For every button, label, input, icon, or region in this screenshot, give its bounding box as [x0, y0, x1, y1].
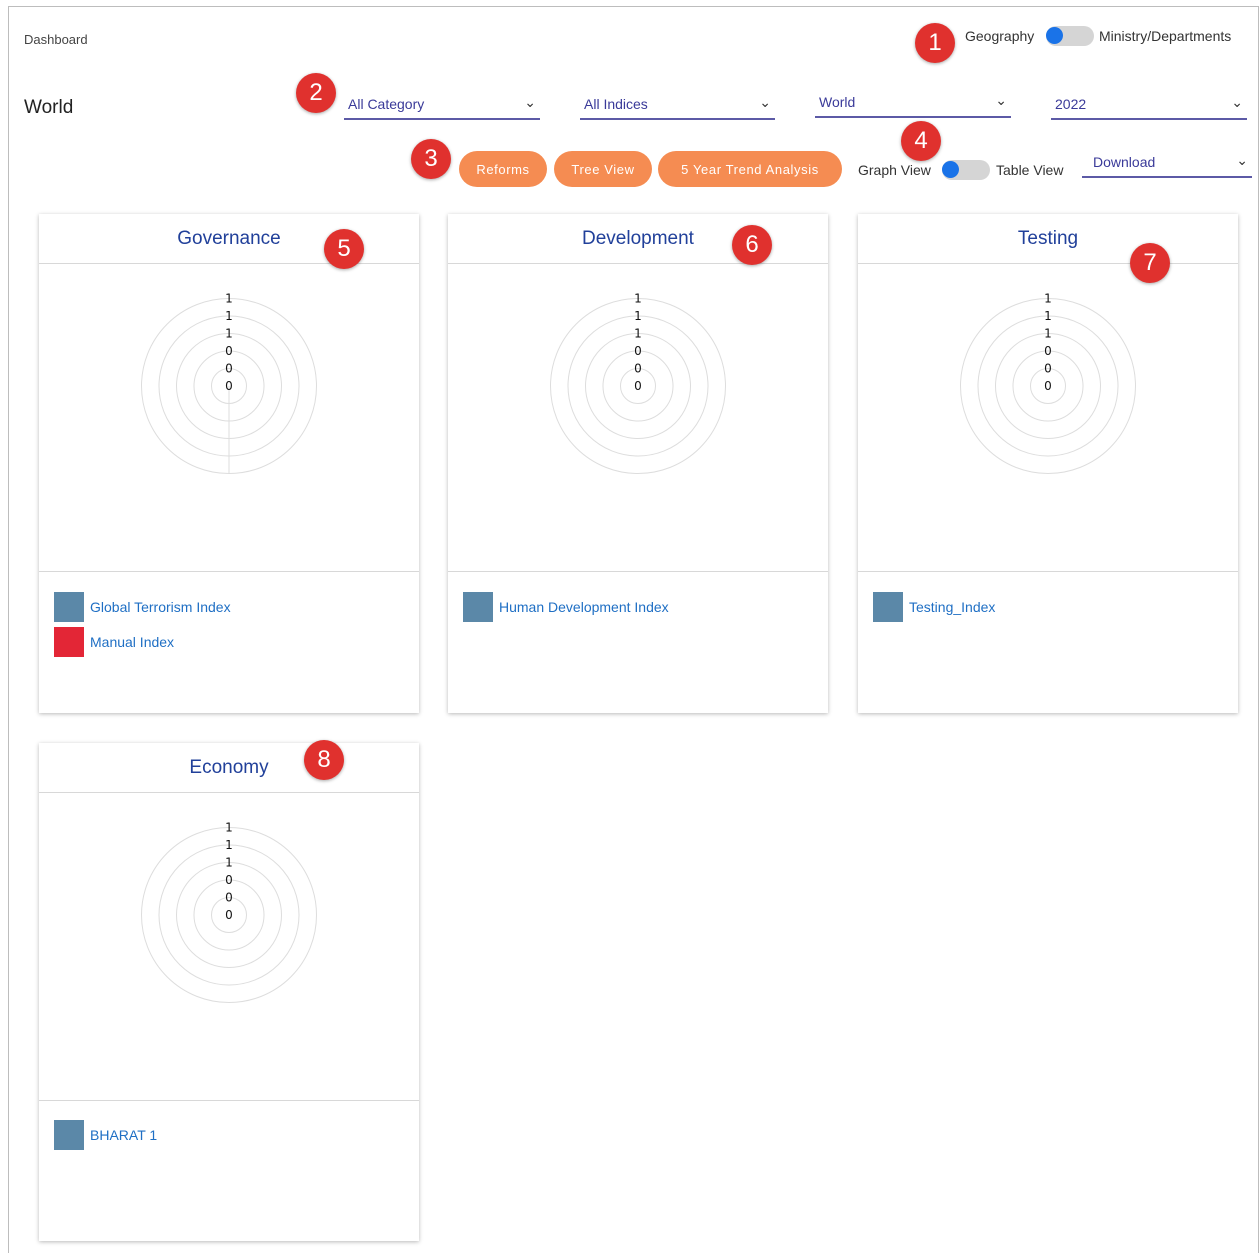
marker-8: 8	[304, 740, 344, 780]
card-title: Development	[582, 228, 694, 249]
testing-card: Testing 1 1 1 0 0 0 Testing_Index	[858, 214, 1238, 713]
breadcrumb[interactable]: Dashboard	[24, 32, 88, 47]
marker-3: 3	[411, 139, 451, 179]
category-select-value: All Category	[348, 96, 425, 112]
radar-svg: 1 1 1 0 0 0	[550, 292, 726, 474]
radial-tick-label: 1	[634, 309, 642, 323]
legend-label: Human Development Index	[499, 599, 669, 615]
economy-card: Economy 1 1 1 0 0 0 BHARAT 1	[39, 743, 419, 1241]
radar-chart: 1 1 1 0 0 0	[39, 264, 419, 572]
toggle-knob	[942, 161, 959, 178]
marker-2: 2	[296, 73, 336, 113]
radar-chart: 1 1 1 0 0 0	[448, 264, 828, 572]
chevron-down-icon: ⌄	[1231, 94, 1243, 110]
card-title: Governance	[177, 228, 281, 249]
card-title: Economy	[189, 757, 269, 778]
radar-chart: 1 1 1 0 0 0	[858, 264, 1238, 572]
card-header: Testing	[858, 214, 1238, 264]
chevron-down-icon: ⌄	[995, 92, 1007, 108]
radial-tick-label: 0	[225, 344, 233, 358]
radial-tick-label: 0	[225, 379, 233, 393]
geography-ministry-toggle[interactable]	[1046, 26, 1094, 46]
radial-tick-label: 1	[225, 292, 233, 306]
region-select[interactable]: World ⌄	[815, 92, 1011, 118]
marker-5: 5	[324, 229, 364, 269]
radial-tick-label: 0	[225, 873, 233, 887]
legend-label: Testing_Index	[909, 599, 996, 615]
graph-table-toggle[interactable]	[942, 160, 990, 180]
legend-swatch	[54, 592, 84, 622]
radar-chart: 1 1 1 0 0 0	[39, 793, 419, 1101]
radar-svg: 1 1 1 0 0 0	[960, 292, 1136, 474]
chevron-down-icon: ⌄	[1236, 152, 1248, 168]
legend-swatch	[54, 627, 84, 657]
radial-tick-label: 0	[1044, 362, 1052, 376]
chevron-down-icon: ⌄	[759, 94, 771, 110]
legend-label: BHARAT 1	[90, 1127, 158, 1143]
legend-label: Manual Index	[90, 634, 175, 650]
radial-tick-label: 0	[634, 344, 642, 358]
radial-tick-label: 1	[1044, 327, 1052, 341]
legend-swatch	[54, 1120, 84, 1150]
page-title: World	[24, 97, 74, 118]
indices-select[interactable]: All Indices ⌄	[580, 94, 775, 120]
radial-tick-label: 0	[634, 379, 642, 393]
ministry-departments-label: Ministry/Departments	[1099, 28, 1232, 44]
legend-item[interactable]: Global Terrorism Index	[54, 592, 231, 622]
geography-label: Geography	[965, 28, 1035, 44]
card-title: Testing	[1017, 228, 1079, 249]
legend-item[interactable]: Manual Index	[54, 627, 174, 657]
marker-7: 7	[1130, 243, 1170, 283]
radial-tick-label: 1	[634, 292, 642, 306]
card-header: Economy	[39, 743, 419, 793]
radial-tick-label: 0	[225, 362, 233, 376]
tree-view-button[interactable]: Tree View	[554, 151, 652, 187]
year-select-value: 2022	[1055, 96, 1087, 112]
radial-tick-label: 1	[225, 838, 233, 852]
radial-tick-label: 1	[1044, 309, 1052, 323]
legend-label: Global Terrorism Index	[90, 599, 231, 615]
marker-6: 6	[732, 225, 772, 265]
marker-1: 1	[915, 23, 955, 63]
legend-item[interactable]: Testing_Index	[873, 592, 995, 622]
legend-item[interactable]: BHARAT 1	[54, 1120, 157, 1150]
radial-tick-label: 0	[1044, 344, 1052, 358]
download-select[interactable]: Download ⌄	[1082, 152, 1252, 178]
graph-view-label: Graph View	[858, 162, 931, 178]
radial-tick-label: 1	[225, 821, 233, 835]
radar-svg: 1 1 1 0 0 0	[141, 292, 317, 474]
radial-tick-label: 0	[1044, 379, 1052, 393]
category-select[interactable]: All Category ⌄	[344, 94, 540, 120]
marker-4: 4	[901, 121, 941, 161]
table-view-label: Table View	[996, 162, 1064, 178]
indices-select-value: All Indices	[584, 96, 648, 112]
radial-tick-label: 1	[634, 327, 642, 341]
radar-svg: 1 1 1 0 0 0	[141, 821, 317, 1003]
toggle-knob	[1046, 27, 1063, 44]
radial-tick-label: 1	[225, 856, 233, 870]
reforms-button[interactable]: Reforms	[459, 151, 547, 187]
radial-tick-label: 1	[225, 327, 233, 341]
download-select-value: Download	[1093, 154, 1156, 170]
legend-swatch	[873, 592, 903, 622]
trend-analysis-button[interactable]: 5 Year Trend Analysis	[658, 151, 842, 187]
legend-item[interactable]: Human Development Index	[463, 592, 669, 622]
radial-tick-label: 0	[634, 362, 642, 376]
development-card: Development 1 1 1 0 0 0 Human Development Ind…	[448, 214, 828, 713]
radial-tick-label: 1	[1044, 292, 1052, 306]
chevron-down-icon: ⌄	[524, 94, 536, 110]
legend-swatch	[463, 592, 493, 622]
region-select-value: World	[819, 94, 856, 110]
governance-card: Governance 1 1 1 0 0 0 Global Terrorism Index…	[39, 214, 419, 713]
radial-tick-label: 0	[225, 891, 233, 905]
radial-tick-label: 0	[225, 908, 233, 922]
year-select[interactable]: 2022 ⌄	[1051, 94, 1247, 120]
radial-tick-label: 1	[225, 309, 233, 323]
